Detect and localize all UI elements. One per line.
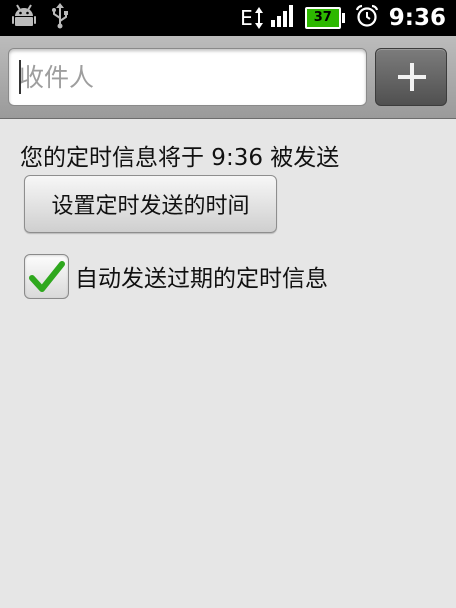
checkmark-icon — [29, 260, 65, 292]
data-activity-icon — [254, 7, 263, 29]
battery-icon: 37 — [304, 7, 345, 29]
screen: E 37 9:36 收件人 您的定时信息将于 9:36 被发送 设置定时发送的时… — [0, 0, 456, 608]
add-recipient-button[interactable] — [375, 48, 447, 106]
network-type-label: E — [240, 6, 253, 30]
auto-send-expired-checkbox[interactable] — [24, 253, 69, 299]
network-type-indicator: E — [240, 6, 263, 30]
clock-time: 9:36 — [388, 5, 446, 31]
scheduled-send-info: 您的定时信息将于 9:36 被发送 — [20, 145, 340, 171]
status-bar: E 37 9:36 — [0, 0, 456, 36]
usb-icon — [50, 3, 70, 33]
set-send-time-button[interactable]: 设置定时发送的时间 — [24, 175, 277, 233]
system-indicators: E 37 9:36 — [240, 3, 446, 33]
auto-send-expired-option[interactable]: 自动发送过期的定时信息 — [24, 252, 328, 300]
android-debug-icon — [12, 3, 36, 33]
notification-icons — [12, 3, 70, 33]
text-cursor — [19, 60, 21, 94]
signal-strength-icon — [270, 5, 297, 31]
recipient-header — [0, 36, 456, 119]
alarm-clock-icon — [355, 4, 379, 32]
recipient-input[interactable] — [8, 48, 367, 106]
auto-send-expired-label: 自动发送过期的定时信息 — [75, 266, 328, 292]
